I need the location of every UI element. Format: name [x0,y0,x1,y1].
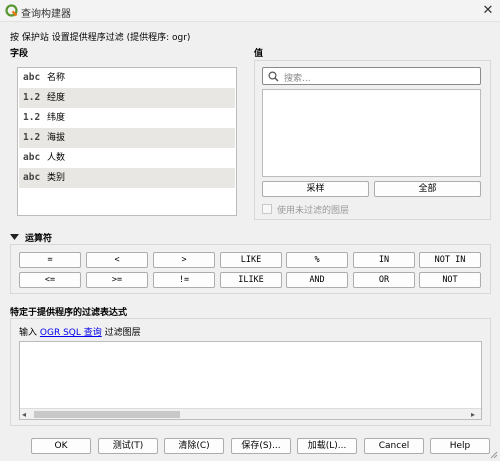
hint-prefix: 输入 [19,328,38,338]
use-unfiltered-layer-checkbox[interactable] [262,204,272,214]
field-item-latitude[interactable]: 1.2 纬度 [19,108,235,128]
decimal-type-icon: 1.2 [23,112,41,123]
operator-less-equal-button[interactable]: <= [19,272,81,288]
field-name: 纬度 [47,113,66,123]
field-name: 经度 [47,93,66,103]
operator-less-than-button[interactable]: < [86,252,148,268]
fields-label: 字段 [10,49,29,59]
operator-not-in-button[interactable]: NOT IN [419,252,481,268]
operator-in-button[interactable]: IN [353,252,415,268]
hint-suffix: 过滤图层 [104,328,141,338]
field-name: 人数 [47,153,66,163]
collapse-triangle-icon[interactable] [10,233,19,241]
string-type-icon: abc [23,172,41,183]
expression-editor[interactable]: ◂ ▸ [19,341,482,420]
operator-like-button[interactable]: LIKE [220,252,282,268]
clear-button[interactable]: 清除(C) [164,438,224,454]
scroll-right-arrow-icon[interactable]: ▸ [471,410,475,419]
operator-equals-button[interactable]: = [19,252,81,268]
field-name: 类别 [47,173,66,183]
field-item-elevation[interactable]: 1.2 海拔 [19,128,235,148]
use-unfiltered-layer-label: 使用未过滤的图层 [277,206,350,216]
operators-label: 运算符 [25,234,53,244]
values-label: 值 [254,49,264,59]
ok-button[interactable]: OK [31,438,91,454]
search-placeholder: 搜索... [284,74,311,84]
decimal-type-icon: 1.2 [23,132,41,143]
operator-or-button[interactable]: OR [353,272,415,288]
provider-filter-description: 按 保护站 设置提供程序过滤 (提供程序: ogr) [10,33,191,43]
fields-list[interactable]: abc 名称 1.2 经度 1.2 纬度 1.2 海拔 abc 人数 abc 类别 [17,67,237,216]
operator-ilike-button[interactable]: ILIKE [220,272,282,288]
field-name: 海拔 [47,133,66,143]
operator-greater-equal-button[interactable]: >= [86,272,148,288]
operator-greater-than-button[interactable]: > [153,252,215,268]
field-item-count[interactable]: abc 人数 [19,148,235,168]
close-button[interactable]: ✕ [478,2,498,20]
values-list[interactable] [262,89,481,177]
field-item-longitude[interactable]: 1.2 经度 [19,88,235,108]
scrollbar-thumb[interactable] [34,411,180,418]
resize-grip-icon[interactable] [489,450,498,459]
all-button[interactable]: 全部 [374,181,481,197]
expression-label: 特定于提供程序的过滤表达式 [10,308,128,318]
operator-percent-button[interactable]: % [286,252,348,268]
operator-and-button[interactable]: AND [286,272,348,288]
string-type-icon: abc [23,72,41,83]
horizontal-scrollbar[interactable]: ◂ ▸ [20,408,481,419]
window-title: 查询构建器 [21,9,71,20]
title-bar [0,0,500,22]
operator-not-equal-button[interactable]: != [153,272,215,288]
expression-hint: 输入 OGR SQL 查询 过滤图层 [19,325,141,338]
field-item-name[interactable]: abc 名称 [19,68,235,88]
cancel-button[interactable]: Cancel [364,438,424,454]
sample-button[interactable]: 采样 [262,181,369,197]
test-button[interactable]: 测试(T) [98,438,158,454]
help-button[interactable]: Help [430,438,490,454]
decimal-type-icon: 1.2 [23,92,41,103]
field-item-category[interactable]: abc 类别 [19,168,235,188]
qgis-logo-icon [5,4,18,17]
ogr-sql-query-link[interactable]: OGR SQL 查询 [40,328,102,338]
field-name: 名称 [47,73,66,83]
values-search-input[interactable]: 搜索... [262,67,481,85]
string-type-icon: abc [23,152,41,163]
load-button[interactable]: 加载(L)... [297,438,357,454]
operator-not-button[interactable]: NOT [419,272,481,288]
save-button[interactable]: 保存(S)... [231,438,291,454]
scroll-left-arrow-icon[interactable]: ◂ [22,410,26,419]
search-icon [268,71,279,82]
